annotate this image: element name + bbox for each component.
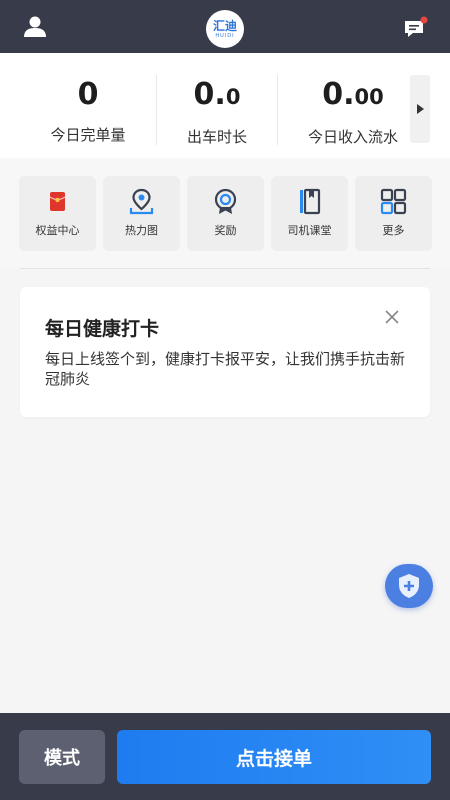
tile-benefits[interactable]: 权益中心 — [19, 176, 96, 251]
shield-plus-icon — [399, 574, 419, 598]
health-checkin-card[interactable]: 每日健康打卡 每日上线签个到，健康打卡报平安，让我们携手抗击新冠肺炎 — [20, 287, 430, 417]
divider — [20, 268, 430, 269]
accept-order-button[interactable]: 点击接单 — [117, 730, 431, 784]
tile-label: 权益中心 — [35, 224, 80, 237]
hours-value: 0.0 — [193, 77, 241, 112]
income-label: 今日收入流水 — [307, 128, 398, 146]
stats-expand-arrow-icon[interactable] — [410, 75, 430, 143]
stat-income[interactable]: 0.00 今日收入流水 — [282, 75, 424, 147]
tile-reward[interactable]: 奖励 — [187, 176, 264, 251]
safety-shield-button[interactable] — [385, 564, 433, 608]
close-icon[interactable] — [384, 309, 400, 325]
tile-more[interactable]: 更多 — [355, 176, 432, 251]
map-pin-icon — [128, 188, 155, 215]
message-icon[interactable] — [403, 16, 429, 40]
top-bar: 汇迪 HUIDI — [0, 0, 450, 53]
tile-classroom[interactable]: 司机课堂 — [271, 176, 348, 251]
card-title: 每日健康打卡 — [45, 318, 160, 340]
user-icon[interactable] — [22, 14, 48, 40]
tile-label: 热力图 — [125, 224, 158, 237]
app-logo: 汇迪 HUIDI — [206, 10, 244, 48]
stats-panel: 0 今日完单量 0.0 出车时长 0.00 今日收入流水 — [0, 53, 450, 158]
tile-heatmap[interactable]: 热力图 — [103, 176, 180, 251]
orders-value: 0 — [77, 77, 99, 112]
mode-button[interactable]: 模式 — [19, 730, 105, 784]
tile-label: 更多 — [382, 224, 405, 237]
income-value: 0.00 — [322, 77, 384, 112]
tile-label: 奖励 — [214, 224, 237, 237]
grid-icon — [380, 188, 407, 215]
logo-text: 汇迪 — [212, 18, 237, 33]
hours-label: 出车时长 — [186, 128, 247, 146]
divider — [277, 75, 278, 145]
quick-actions: 权益中心 热力图 奖励 司机课堂 更多 — [0, 158, 450, 268]
logo-subtext: HUIDI — [215, 32, 235, 39]
card-description: 每日上线签个到，健康打卡报平安，让我们携手抗击新冠肺炎 — [45, 350, 406, 388]
bottom-bar: 模式 点击接单 — [0, 713, 450, 800]
book-icon — [296, 188, 323, 215]
orders-label: 今日完单量 — [50, 126, 126, 144]
red-envelope-icon — [44, 188, 71, 215]
reward-icon — [212, 188, 239, 215]
stat-hours[interactable]: 0.0 出车时长 — [157, 75, 277, 147]
tile-label: 司机课堂 — [287, 224, 332, 237]
stat-orders[interactable]: 0 今日完单量 — [28, 75, 148, 145]
notification-badge — [420, 16, 428, 24]
